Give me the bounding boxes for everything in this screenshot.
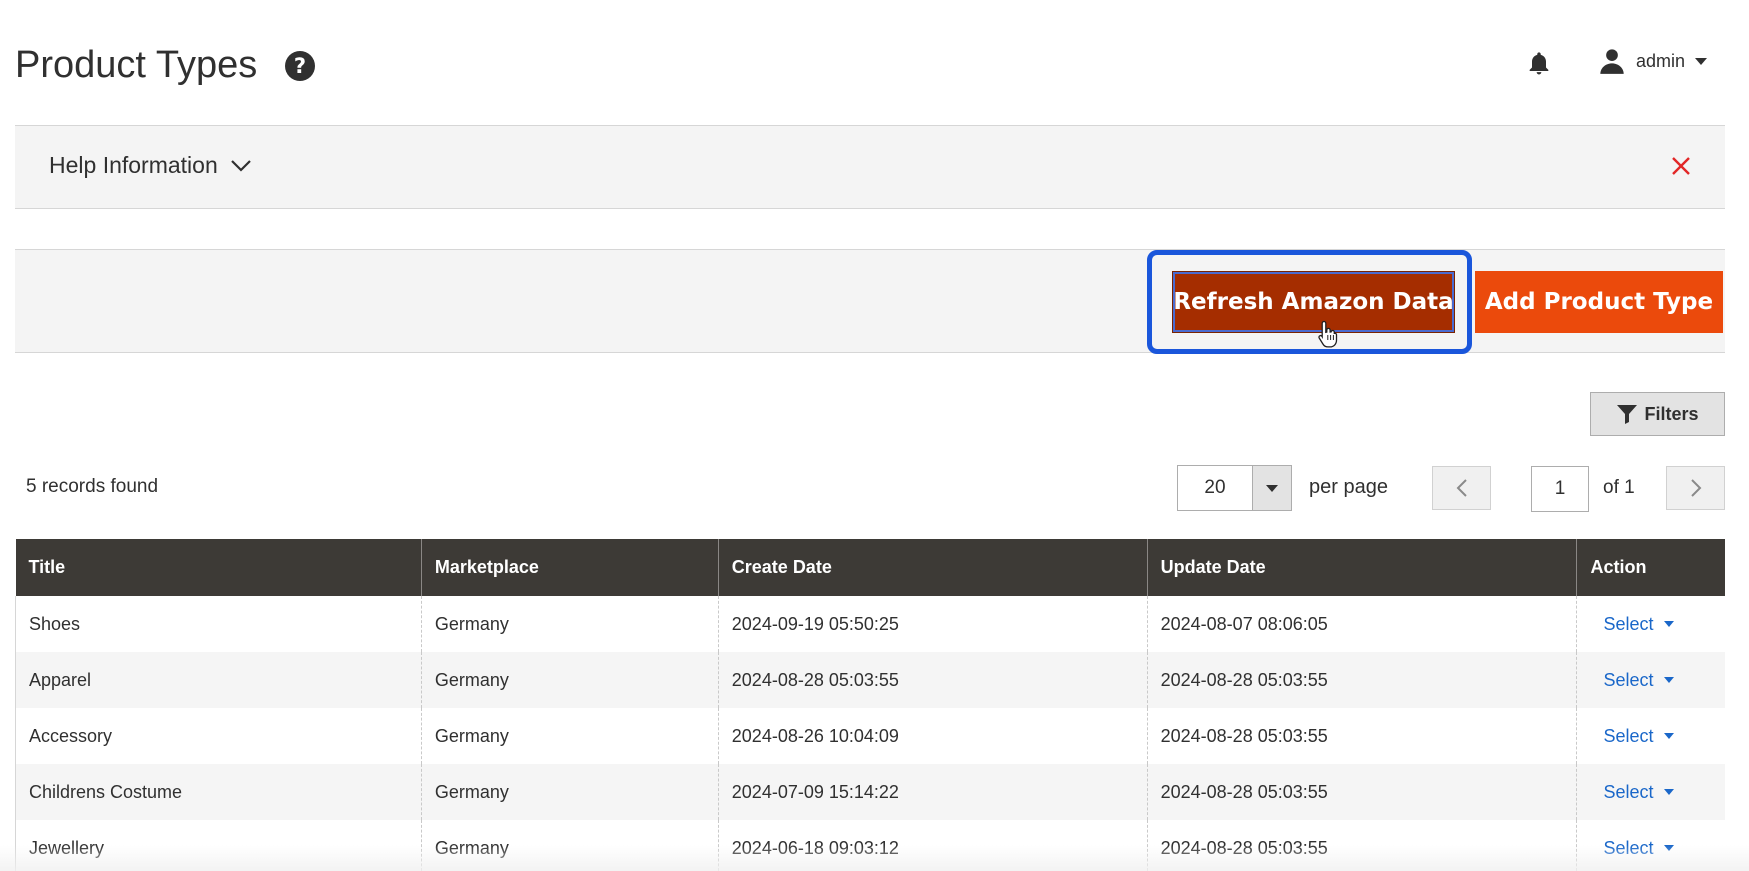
cell-update-date: 2024-08-07 08:06:05	[1146, 596, 1577, 652]
select-label: Select	[1603, 781, 1654, 802]
current-page-input[interactable]	[1531, 466, 1589, 512]
cell-update-date: 2024-08-28 05:03:55	[1146, 764, 1577, 820]
user-icon	[1600, 49, 1624, 74]
cell-create-date: 2024-06-18 09:03:12	[717, 820, 1148, 871]
row-action-select[interactable]: Select	[1590, 613, 1674, 635]
cell-create-date: 2024-09-19 05:50:25	[717, 596, 1148, 652]
help-information-label: Help Information	[49, 152, 218, 178]
column-header-marketplace[interactable]: Marketplace	[420, 539, 719, 596]
cell-action: Select	[1576, 764, 1725, 820]
cell-create-date: 2024-08-26 10:04:09	[717, 708, 1148, 764]
caret-down-icon	[1266, 484, 1278, 492]
cell-action: Select	[1576, 652, 1725, 708]
product-types-table: Title Marketplace Create Date Update Dat…	[15, 539, 1725, 871]
page-title: Product Types	[15, 44, 258, 86]
caret-down-icon	[1663, 621, 1674, 627]
row-action-select[interactable]: Select	[1590, 781, 1674, 803]
cell-title: Childrens Costume	[15, 764, 422, 820]
cell-update-date: 2024-08-28 05:03:55	[1146, 652, 1577, 708]
help-information-panel: Help Information	[15, 125, 1725, 209]
chevron-down-icon	[1695, 57, 1708, 65]
row-action-select[interactable]: Select	[1590, 837, 1674, 859]
cell-marketplace: Germany	[420, 708, 719, 764]
cell-marketplace: Germany	[420, 764, 719, 820]
help-information-toggle[interactable]: Help Information	[49, 152, 252, 179]
cell-title: Apparel	[15, 652, 422, 708]
close-icon[interactable]	[1669, 154, 1693, 178]
table-row: Jewellery Germany 2024-06-18 09:03:12 20…	[15, 820, 1725, 871]
cell-title: Jewellery	[15, 820, 422, 871]
select-label: Select	[1603, 613, 1654, 634]
cell-update-date: 2024-08-28 05:03:55	[1146, 708, 1577, 764]
chevron-down-icon	[230, 159, 251, 172]
table-row: Apparel Germany 2024-08-28 05:03:55 2024…	[15, 652, 1725, 708]
refresh-amazon-data-button[interactable]: Refresh Amazon Data	[1172, 271, 1455, 333]
per-page-select[interactable]: 20	[1177, 465, 1292, 511]
cell-marketplace: Germany	[420, 652, 719, 708]
cell-update-date: 2024-08-28 05:03:55	[1146, 820, 1577, 871]
cell-marketplace: Germany	[420, 820, 719, 871]
bell-icon[interactable]	[1525, 50, 1553, 78]
user-name: admin	[1636, 50, 1686, 71]
caret-down-icon	[1663, 733, 1674, 739]
select-label: Select	[1603, 837, 1654, 858]
cell-action: Select	[1576, 820, 1725, 871]
row-action-select[interactable]: Select	[1590, 725, 1674, 747]
column-header-action: Action	[1576, 539, 1725, 596]
select-label: Select	[1603, 725, 1654, 746]
chevron-left-icon	[1456, 479, 1467, 497]
row-action-select[interactable]: Select	[1590, 669, 1674, 691]
per-page-dropdown-button[interactable]	[1253, 466, 1291, 510]
table-row: Shoes Germany 2024-09-19 05:50:25 2024-0…	[15, 596, 1725, 652]
cell-action: Select	[1576, 708, 1725, 764]
page-header: Product Types ? admin	[0, 0, 1749, 126]
caret-down-icon	[1663, 845, 1674, 851]
filters-button[interactable]: Filters	[1590, 392, 1725, 436]
cell-title: Shoes	[15, 596, 422, 652]
per-page-value[interactable]: 20	[1178, 466, 1253, 510]
table-row: Childrens Costume Germany 2024-07-09 15:…	[15, 764, 1725, 820]
records-count: 5 records found	[26, 476, 159, 497]
caret-down-icon	[1663, 677, 1674, 683]
cell-title: Accessory	[15, 708, 422, 764]
column-header-title[interactable]: Title	[15, 539, 422, 596]
caret-down-icon	[1663, 789, 1674, 795]
cell-marketplace: Germany	[420, 596, 719, 652]
funnel-icon	[1617, 405, 1638, 424]
select-label: Select	[1603, 669, 1654, 690]
page-actions-bar: Refresh Amazon Data Add Product Type	[15, 249, 1725, 354]
per-page-label: per page	[1309, 476, 1388, 498]
cell-create-date: 2024-08-28 05:03:55	[717, 652, 1148, 708]
user-menu[interactable]: admin	[1598, 46, 1708, 76]
table-header-row: Title Marketplace Create Date Update Dat…	[15, 539, 1725, 596]
chevron-right-icon	[1690, 479, 1701, 497]
column-header-update-date[interactable]: Update Date	[1146, 539, 1577, 596]
previous-page-button[interactable]	[1432, 466, 1491, 510]
add-product-type-button[interactable]: Add Product Type	[1475, 271, 1723, 333]
next-page-button[interactable]	[1666, 466, 1725, 510]
table-row: Accessory Germany 2024-08-26 10:04:09 20…	[15, 708, 1725, 764]
filters-label: Filters	[1644, 403, 1699, 424]
cell-create-date: 2024-07-09 15:14:22	[717, 764, 1148, 820]
total-pages-label: of 1	[1603, 477, 1635, 498]
question-circle-icon[interactable]: ?	[285, 51, 315, 81]
column-header-create-date[interactable]: Create Date	[717, 539, 1148, 596]
cell-action: Select	[1576, 596, 1725, 652]
